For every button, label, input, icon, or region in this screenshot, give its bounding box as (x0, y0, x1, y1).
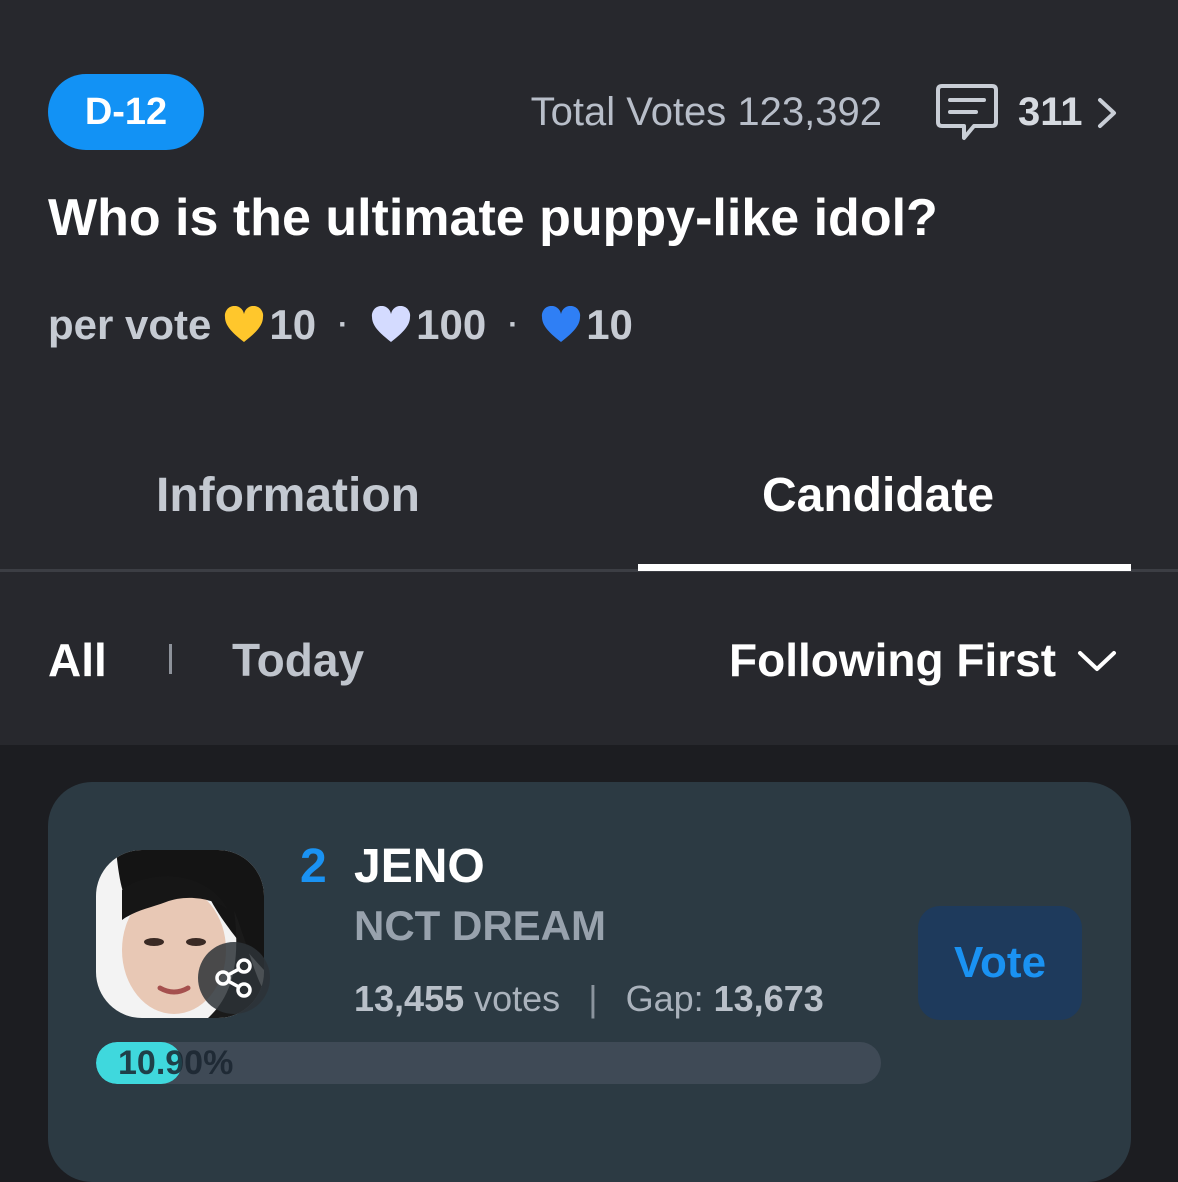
per-vote-costs: per vote 10 · 100 · 10 (48, 298, 633, 352)
candidate-stats: 13,455 votes | Gap: 13,673 (354, 976, 824, 1022)
filter-all[interactable]: All (48, 632, 107, 688)
gap-count: 13,673 (713, 978, 824, 1019)
gap-label: Gap: (625, 978, 704, 1019)
vote-share-percent: 10.90% (118, 1044, 234, 1082)
total-votes: Total Votes 123,392 (530, 90, 882, 134)
share-icon (215, 958, 252, 998)
blue-heart-cost: 10 (586, 301, 633, 348)
sort-dropdown[interactable]: Following First (729, 632, 1056, 688)
candidate-name: JENO (354, 840, 485, 893)
comment-icon[interactable] (934, 82, 1000, 144)
blue-heart-icon (542, 306, 581, 342)
votes-label: votes (474, 978, 561, 1019)
filter-today[interactable]: Today (232, 632, 364, 688)
dot-separator: · (508, 308, 519, 341)
vote-count: 13,455 (354, 978, 465, 1019)
silver-heart-cost: 100 (416, 301, 487, 348)
candidate-group: NCT DREAM (354, 902, 606, 949)
candidate-rank: 2 (300, 840, 327, 893)
gold-heart-icon (225, 306, 264, 342)
chevron-down-icon[interactable] (1076, 646, 1118, 676)
dot-separator: · (338, 308, 349, 341)
vote-button[interactable]: Vote (918, 906, 1082, 1020)
page-title: Who is the ultimate puppy-like idol? (48, 189, 938, 247)
chevron-right-icon[interactable] (1094, 96, 1120, 130)
silver-heart-icon (372, 306, 411, 342)
share-button[interactable] (198, 942, 270, 1014)
tab-bar: Information Candidate (0, 440, 1178, 572)
dday-badge: D-12 (48, 74, 204, 150)
tab-information[interactable]: Information (156, 466, 420, 526)
stats-separator: | (588, 978, 598, 1019)
filter-divider (169, 644, 172, 674)
gold-heart-cost: 10 (269, 301, 317, 348)
tab-candidate[interactable]: Candidate (762, 466, 994, 526)
vote-share-bar: 10.90% (96, 1042, 881, 1084)
comment-count[interactable]: 311 (1018, 88, 1083, 136)
per-vote-label: per vote (48, 301, 212, 348)
active-tab-indicator (638, 564, 1131, 571)
